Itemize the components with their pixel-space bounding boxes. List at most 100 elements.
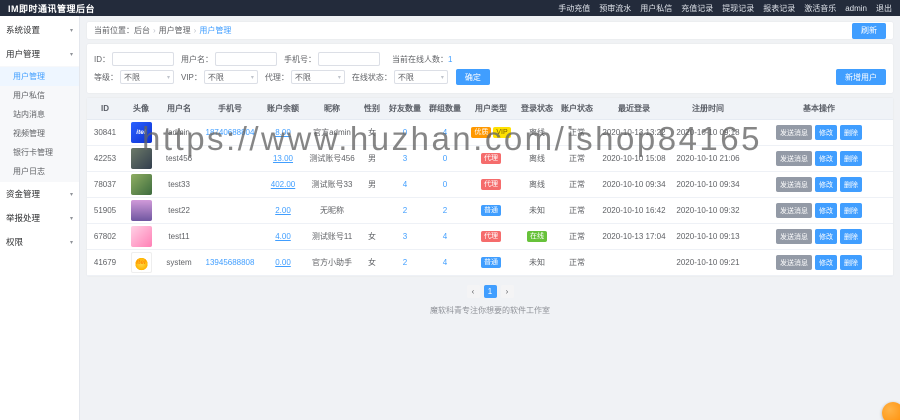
pagination-prev[interactable]: ‹	[467, 285, 480, 298]
main-content: 当前位置：后台›用户管理›用户管理 刷新 ID：用户名：手机号：当前在线人数：1…	[80, 16, 900, 420]
search-submit-button[interactable]: 确定	[456, 69, 490, 85]
groups-count-link[interactable]: 4	[443, 128, 447, 137]
edit-button[interactable]: 修改	[815, 255, 837, 270]
send-message-button[interactable]: 发送消息	[776, 177, 812, 192]
topbar-menu-manual-recharge[interactable]: 手动充值	[558, 3, 590, 14]
groups-count-link[interactable]: 2	[443, 206, 447, 215]
send-message-button[interactable]: 发送消息	[776, 255, 812, 270]
cell-login-status: 离线	[517, 172, 557, 198]
sidebar-group-funds-management[interactable]: 资金管理▾	[0, 182, 79, 206]
send-message-button[interactable]: 发送消息	[776, 125, 812, 140]
vip-select[interactable]: 不限▾	[204, 70, 258, 84]
sidebar-item-user-management[interactable]: 用户管理	[0, 67, 79, 86]
delete-button[interactable]: 删除	[840, 151, 862, 166]
delete-button[interactable]: 删除	[840, 203, 862, 218]
cell-username: test33	[159, 172, 199, 198]
sidebar-item-site-message[interactable]: 站内消息	[0, 105, 79, 124]
friends-count-link[interactable]: 0	[403, 128, 407, 137]
send-message-button[interactable]: 发送消息	[776, 229, 812, 244]
cell-phone	[199, 224, 261, 250]
topbar-menu-audit-flow[interactable]: 预审流水	[599, 3, 631, 14]
filter-row-2: 等级：不限▾VIP：不限▾代理：不限▾在线状态：不限▾确定 新增用户	[94, 69, 886, 85]
id-input[interactable]	[112, 52, 174, 66]
cell-avatar	[123, 224, 159, 250]
topbar-menu-report-records[interactable]: 报表记录	[763, 3, 795, 14]
sidebar-group-permissions[interactable]: 权限▾	[0, 230, 79, 254]
column-header: 性别	[359, 98, 385, 120]
sidebar-group-label: 举报处理	[6, 212, 40, 224]
delete-button[interactable]: 删除	[840, 177, 862, 192]
online-count-label: 当前在线人数：	[392, 55, 448, 64]
breadcrumb-item[interactable]: 用户管理	[159, 26, 191, 35]
friends-count-link[interactable]: 2	[403, 206, 407, 215]
pagination-page[interactable]: 1	[484, 285, 497, 298]
groups-count-link[interactable]: 4	[443, 258, 447, 267]
cell-nickname: 无昵称	[305, 198, 359, 224]
sidebar-item-bank-card[interactable]: 银行卡管理	[0, 143, 79, 162]
pagination-next[interactable]: ›	[501, 285, 514, 298]
topbar-menu-logout[interactable]: 退出	[876, 3, 892, 14]
cell-nickname: 测试账号11	[305, 224, 359, 250]
sidebar-group-system-settings[interactable]: 系统设置▾	[0, 18, 79, 42]
breadcrumb-item[interactable]: 后台	[134, 26, 150, 35]
groups-count-link[interactable]: 0	[443, 154, 447, 163]
topbar-menu-user-message[interactable]: 用户私信	[640, 3, 672, 14]
agent-select[interactable]: 不限▾	[291, 70, 345, 84]
sidebar-group-user-management[interactable]: 用户管理▾	[0, 42, 79, 66]
friends-count-link[interactable]: 4	[403, 180, 407, 189]
phone-input[interactable]	[318, 52, 380, 66]
friends-count-link[interactable]: 3	[403, 154, 407, 163]
cell-account-status: 正常	[557, 120, 597, 146]
friends-count-link[interactable]: 2	[403, 258, 407, 267]
column-header: ID	[87, 98, 123, 120]
topbar-menu: 手动充值预审流水用户私信充值记录提现记录报表记录激活音乐 admin 退出	[549, 3, 892, 14]
add-user-button[interactable]: 新增用户	[836, 69, 886, 85]
delete-button[interactable]: 删除	[840, 255, 862, 270]
sidebar-item-user-logs[interactable]: 用户日志	[0, 162, 79, 181]
balance-link[interactable]: 8.00	[275, 128, 291, 137]
user-type-badge: 代理	[481, 231, 501, 242]
edit-button[interactable]: 修改	[815, 151, 837, 166]
topbar-menu-admin[interactable]: admin	[845, 4, 867, 13]
edit-button[interactable]: 修改	[815, 229, 837, 244]
sidebar-group-report-handling[interactable]: 举报处理▾	[0, 206, 79, 230]
filter-label-online-status: 在线状态：	[352, 72, 392, 83]
balance-link[interactable]: 0.00	[275, 258, 291, 267]
delete-button[interactable]: 删除	[840, 229, 862, 244]
balance-link[interactable]: 2.00	[275, 206, 291, 215]
floating-action-button[interactable]	[882, 402, 900, 420]
edit-button[interactable]: 修改	[815, 203, 837, 218]
groups-count-link[interactable]: 4	[443, 232, 447, 241]
edit-button[interactable]: 修改	[815, 177, 837, 192]
cell-id: 30841	[87, 120, 123, 146]
select-value: 不限	[295, 72, 311, 83]
user-type-badge: 代理	[481, 179, 501, 190]
groups-count-link[interactable]: 0	[443, 180, 447, 189]
edit-button[interactable]: 修改	[815, 125, 837, 140]
cell-friends: 4	[385, 172, 425, 198]
breadcrumb-item[interactable]: 用户管理	[199, 26, 231, 35]
sidebar-group-label: 权限	[6, 236, 23, 248]
online-status-select[interactable]: 不限▾	[394, 70, 448, 84]
send-message-button[interactable]: 发送消息	[776, 151, 812, 166]
phone-link[interactable]: 13945688808	[206, 258, 255, 267]
phone-link[interactable]: 18740688804	[206, 128, 255, 137]
delete-button[interactable]: 删除	[840, 125, 862, 140]
balance-link[interactable]: 4.00	[275, 232, 291, 241]
filter-row-2-left: 等级：不限▾VIP：不限▾代理：不限▾在线状态：不限▾确定	[94, 69, 490, 85]
send-message-button[interactable]: 发送消息	[776, 203, 812, 218]
level-select[interactable]: 不限▾	[120, 70, 174, 84]
sidebar-item-user-message[interactable]: 用户私信	[0, 86, 79, 105]
balance-link[interactable]: 13.00	[273, 154, 293, 163]
username-input[interactable]	[215, 52, 277, 66]
cell-gender: 女	[359, 224, 385, 250]
user-type-badge: 普通	[481, 257, 501, 268]
topbar-menu-activate-music[interactable]: 激活音乐	[804, 3, 836, 14]
balance-link[interactable]: 402.00	[271, 180, 295, 189]
friends-count-link[interactable]: 3	[403, 232, 407, 241]
sidebar-item-video-management[interactable]: 视频管理	[0, 124, 79, 143]
refresh-button[interactable]: 刷新	[852, 23, 886, 39]
topbar-menu-recharge-records[interactable]: 充值记录	[681, 3, 713, 14]
cell-login-status: 离线	[517, 146, 557, 172]
topbar-menu-withdraw-records[interactable]: 提现记录	[722, 3, 754, 14]
